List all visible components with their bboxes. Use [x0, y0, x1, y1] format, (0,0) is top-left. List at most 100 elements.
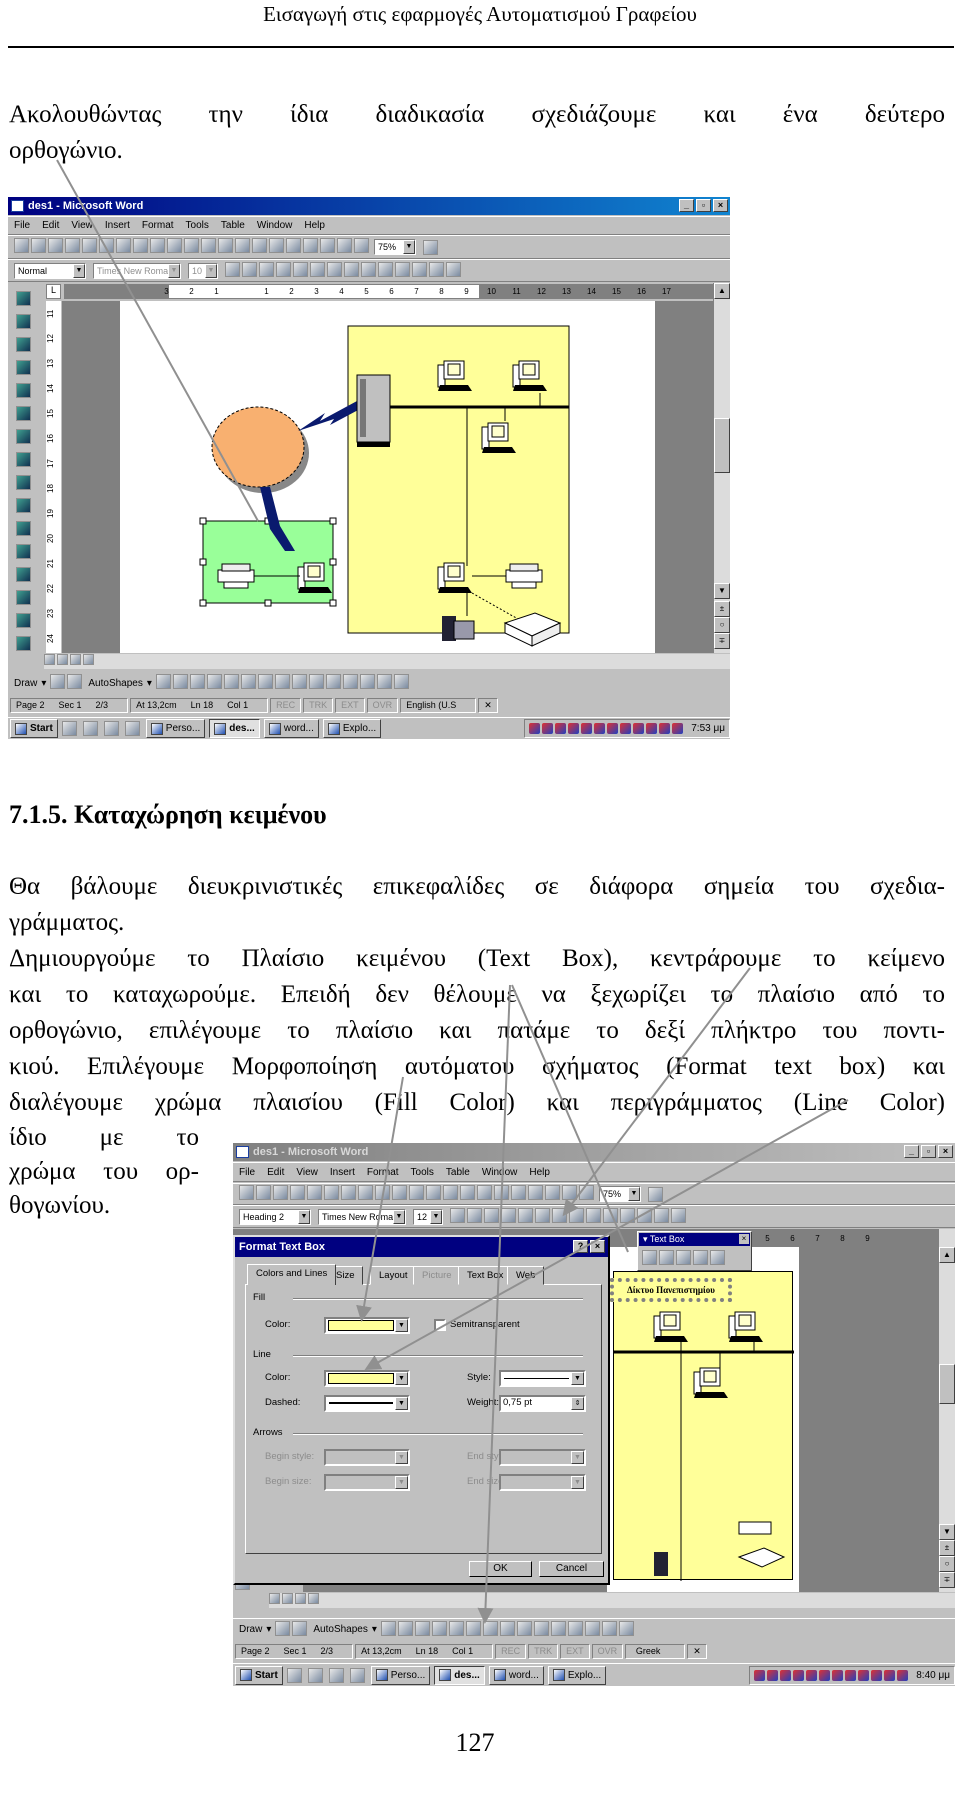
fill-color-icon[interactable]	[499, 1620, 515, 1636]
menu-item-edit[interactable]: Edit	[42, 220, 59, 231]
insert-table-icon[interactable]	[494, 1185, 509, 1200]
flip-icon[interactable]	[15, 429, 31, 444]
menu-item-tools[interactable]: Tools	[186, 220, 209, 231]
justify-icon[interactable]	[327, 261, 342, 277]
align-left-icon[interactable]	[276, 261, 291, 277]
tray-11-icon[interactable]	[884, 1669, 896, 1681]
print-icon[interactable]	[307, 1185, 322, 1200]
taskbar-button[interactable]: word...	[263, 719, 319, 738]
break-link-icon[interactable]	[659, 1250, 674, 1265]
scroll-down-button[interactable]: ▼	[714, 583, 730, 599]
flip-horizontal-icon[interactable]	[15, 498, 31, 513]
3d-icon[interactable]	[393, 674, 409, 689]
rotate-left-icon[interactable]	[15, 452, 31, 467]
print-preview-icon[interactable]	[99, 238, 114, 253]
menu-item-help[interactable]: Help	[529, 1167, 550, 1178]
line-style-icon[interactable]	[550, 1620, 566, 1636]
cloud-shape[interactable]	[211, 406, 309, 493]
bold-icon[interactable]	[450, 1207, 465, 1223]
vertical-scrollbar[interactable]: ▲ ▼ ± ○ ∓	[938, 1229, 955, 1592]
close-button[interactable]: ×	[713, 199, 728, 212]
draw-menu[interactable]: Draw	[239, 1624, 262, 1635]
taskbar-button[interactable]: Perso...	[145, 719, 206, 738]
menu-item-table[interactable]: Table	[221, 220, 245, 231]
line-icon[interactable]	[155, 674, 171, 689]
line-color-icon[interactable]	[291, 674, 307, 689]
tray-9-icon[interactable]	[633, 723, 645, 734]
end-size-combo[interactable]: ▼	[499, 1474, 586, 1491]
autoshapes-menu[interactable]: AutoShapes	[88, 678, 143, 689]
tray-5-icon[interactable]	[806, 1669, 818, 1681]
font-combo[interactable]: Times New Roman ▼	[318, 1208, 406, 1225]
outline-view-icon[interactable]	[308, 1593, 319, 1604]
oval-icon[interactable]	[431, 1620, 447, 1636]
spelling-icon[interactable]	[116, 238, 131, 253]
begin-style-combo[interactable]: ▼	[324, 1449, 410, 1466]
shadow-icon[interactable]	[601, 1620, 617, 1636]
print-layout-icon[interactable]	[70, 654, 81, 665]
print-layout-icon[interactable]	[295, 1593, 306, 1604]
align-left-icon[interactable]	[501, 1207, 516, 1223]
web-layout-icon[interactable]	[57, 654, 68, 665]
horizontal-ruler[interactable]: 3 2 1 1 2 3 4 5 6 7 8 9 10 11 12 13 14 15 16 17	[64, 284, 713, 299]
redo-icon[interactable]	[218, 238, 233, 253]
network-rectangle[interactable]: Δίκτυο Πανεπιστημίου	[610, 1271, 794, 1581]
tray-12-icon[interactable]	[897, 1669, 909, 1681]
shape-1-icon[interactable]	[15, 314, 31, 329]
vertical-scrollbar[interactable]: ▲ ▼ ± ○ ∓	[713, 283, 730, 653]
drawing-icon[interactable]	[320, 238, 335, 253]
tray-5-icon[interactable]	[581, 723, 593, 734]
menu-item-file[interactable]: File	[239, 1167, 255, 1178]
cut-icon[interactable]	[133, 238, 148, 253]
scroll-thumb[interactable]	[939, 1364, 955, 1404]
arrow-style-icon[interactable]	[584, 1620, 600, 1636]
weight-spinner[interactable]: 0,75 pt ⇕	[499, 1395, 586, 1412]
align-right-icon[interactable]	[310, 261, 325, 277]
menu-item-edit[interactable]: Edit	[267, 1167, 284, 1178]
line-style-icon[interactable]	[325, 674, 341, 689]
bold-icon[interactable]	[225, 261, 240, 277]
menu-item-file[interactable]: File	[14, 220, 30, 231]
underline-icon[interactable]	[259, 261, 274, 277]
numbering-icon[interactable]	[569, 1207, 584, 1223]
change-text-direction-icon[interactable]	[710, 1250, 725, 1265]
normal-view-icon[interactable]	[44, 654, 55, 665]
previous-page-button[interactable]: ±	[714, 601, 730, 617]
help-icon[interactable]	[648, 1186, 663, 1202]
tray-3-icon[interactable]	[780, 1669, 792, 1681]
menu-item-tools[interactable]: Tools	[411, 1167, 434, 1178]
cancel-button[interactable]: Cancel	[539, 1561, 604, 1577]
dashed-combo[interactable]: ▼	[324, 1395, 410, 1412]
fill-color-icon[interactable]	[274, 674, 290, 689]
previous-page-button[interactable]: ±	[939, 1540, 955, 1556]
next-page-button[interactable]: ∓	[714, 633, 730, 649]
menu-item-format[interactable]: Format	[142, 220, 174, 231]
semitransparent-checkbox[interactable]	[434, 1319, 446, 1331]
line-style-combo[interactable]: ▼	[499, 1370, 586, 1387]
tray-4-icon[interactable]	[793, 1669, 805, 1681]
tab-picture[interactable]: Picture	[413, 1266, 461, 1285]
document-map-icon[interactable]	[562, 1185, 577, 1200]
minimize-button[interactable]: _	[904, 1145, 919, 1158]
tables-borders-icon[interactable]	[252, 238, 267, 253]
end-style-combo[interactable]: ▼	[499, 1449, 586, 1466]
taskbar-button[interactable]: des...	[209, 719, 260, 738]
taskbar-button[interactable]: Perso...	[370, 1665, 431, 1685]
border-icon[interactable]	[637, 1207, 652, 1223]
fill-icon[interactable]	[15, 590, 31, 605]
normal-view-icon[interactable]	[269, 1593, 280, 1604]
close-button[interactable]: ×	[938, 1145, 953, 1158]
taskbar-button[interactable]: Explo...	[322, 719, 382, 738]
tab-text-box[interactable]: Text Box	[458, 1266, 513, 1285]
select-objects-icon[interactable]	[50, 674, 66, 689]
rectangle-icon[interactable]	[189, 674, 205, 689]
select-browse-object-button[interactable]: ○	[939, 1556, 955, 1572]
begin-size-combo[interactable]: ▼	[324, 1474, 410, 1491]
menu-item-insert[interactable]: Insert	[330, 1167, 355, 1178]
draw-menu[interactable]: Draw	[14, 678, 37, 689]
arrow-icon[interactable]	[172, 674, 188, 689]
shadow-icon[interactable]	[15, 406, 31, 421]
previous-textbox-icon[interactable]	[676, 1250, 691, 1265]
dash-style-icon[interactable]	[567, 1620, 583, 1636]
save-icon[interactable]	[48, 238, 63, 253]
